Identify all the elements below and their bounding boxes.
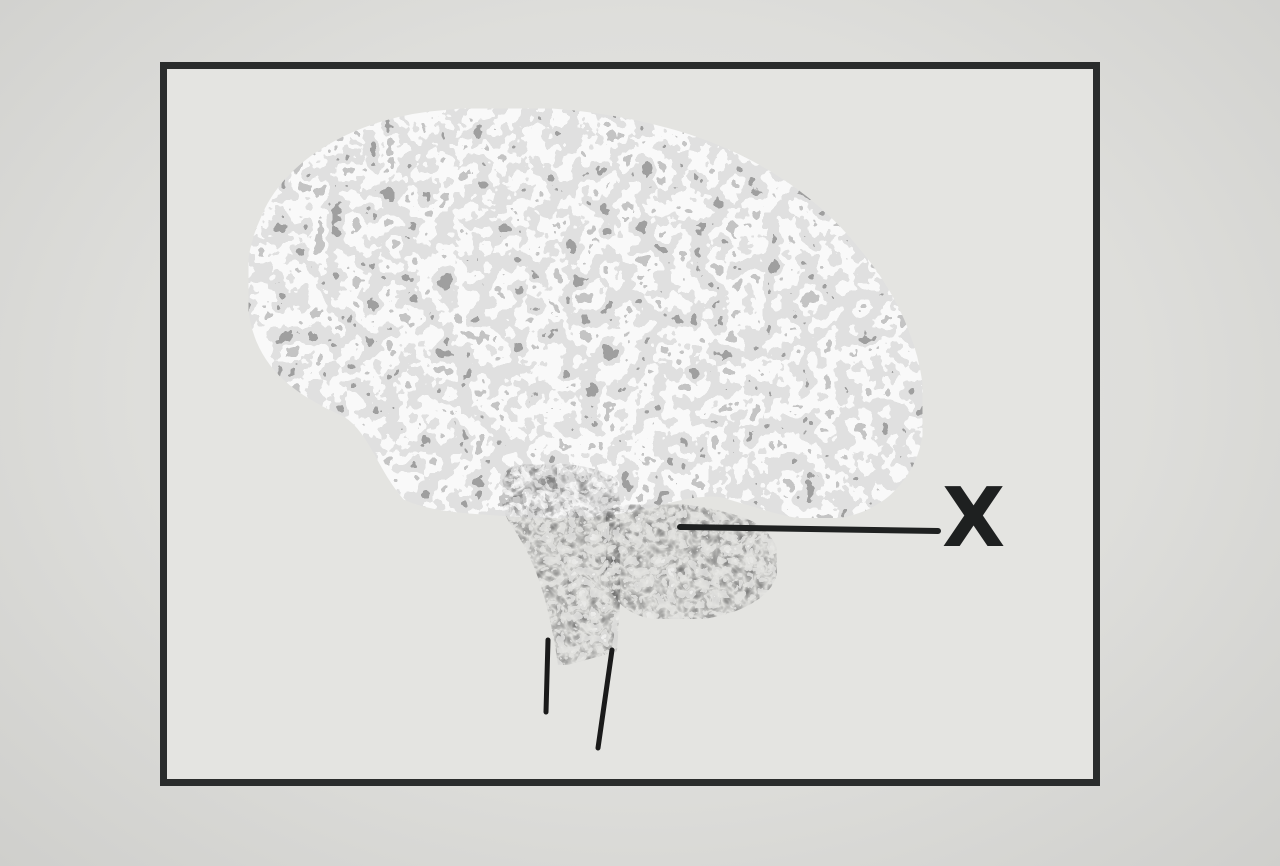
- label-x: X: [942, 471, 1006, 566]
- label-x-leader-line: [677, 524, 941, 534]
- page: X: [0, 0, 1280, 866]
- brain-diagram: [246, 106, 941, 751]
- cerebrum: [246, 106, 925, 520]
- brainstem: [500, 462, 622, 668]
- cerebellum: [604, 502, 779, 621]
